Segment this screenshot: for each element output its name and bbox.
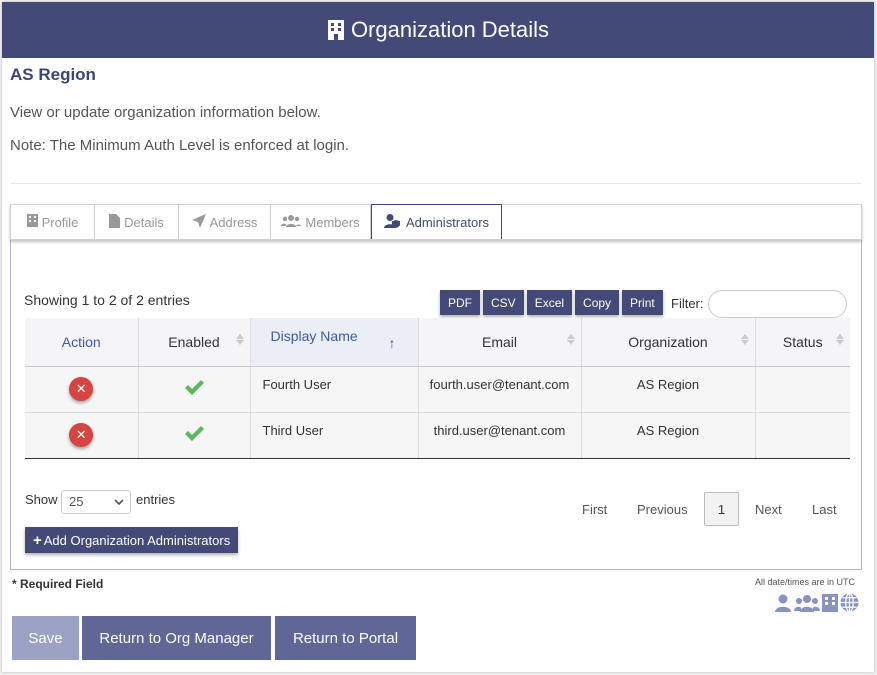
tab-members[interactable]: Members xyxy=(271,205,371,239)
export-buttons: PDF CSV Excel Copy Print xyxy=(440,290,663,315)
administrators-table: Action Enabled Display Name ↑ Email Organ… xyxy=(25,318,850,459)
legend-icons xyxy=(774,592,859,617)
sort-icon xyxy=(235,334,244,345)
return-to-org-manager-button[interactable]: Return to Org Manager xyxy=(82,616,271,660)
pdf-button[interactable]: PDF xyxy=(440,290,480,315)
copy-button[interactable]: Copy xyxy=(575,290,620,315)
table-info: Showing 1 to 2 of 2 entries xyxy=(24,292,190,308)
remove-admin-button[interactable]: ✕ xyxy=(69,423,94,447)
tab-label: Members xyxy=(305,214,360,230)
plus-icon: + xyxy=(33,531,42,549)
column-header-status[interactable]: Status xyxy=(755,318,850,367)
tab-label: Profile xyxy=(41,214,79,230)
tab-label: Address xyxy=(209,214,258,230)
org-name: AS Region xyxy=(10,65,96,84)
add-administrators-label: Add Organization Administrators xyxy=(43,532,231,548)
chevron-down-icon xyxy=(114,494,124,516)
entries-label: entries xyxy=(136,492,176,507)
building-icon xyxy=(327,19,345,41)
intro-text: View or update organization information … xyxy=(10,104,321,121)
pagination-current-page[interactable]: 1 xyxy=(704,492,739,526)
status-cell xyxy=(755,366,850,413)
divider xyxy=(10,183,862,184)
location-arrow-icon xyxy=(191,213,206,231)
table-header-row: Action Enabled Display Name ↑ Email Organ… xyxy=(25,318,850,367)
pagination-first[interactable]: First xyxy=(582,502,607,517)
column-header-enabled[interactable]: Enabled xyxy=(138,318,251,367)
checkmark-icon xyxy=(184,425,204,442)
tab-bar: Profile Details Address Members Administ… xyxy=(10,204,862,240)
required-field-note: * Required Field xyxy=(12,577,104,591)
return-to-portal-button[interactable]: Return to Portal xyxy=(275,616,416,660)
utc-note: All date/times are in UTC xyxy=(754,577,855,587)
checkmark-icon xyxy=(184,379,204,396)
enabled-cell xyxy=(138,412,251,459)
column-header-action: Action xyxy=(25,318,139,367)
users-icon xyxy=(281,214,302,230)
organization-cell: AS Region xyxy=(581,366,756,413)
sort-icon xyxy=(740,334,749,345)
page-title: Organization Details xyxy=(350,17,550,42)
save-button[interactable]: Save xyxy=(12,616,79,660)
action-cell: ✕ xyxy=(25,412,139,459)
file-icon xyxy=(109,213,121,231)
tab-address[interactable]: Address xyxy=(179,205,271,239)
sort-ascending-icon: ↑ xyxy=(388,335,396,351)
action-cell: ✕ xyxy=(25,366,139,413)
sort-icon xyxy=(566,334,575,345)
tab-details[interactable]: Details xyxy=(95,205,179,239)
page-length-select[interactable]: 25 xyxy=(61,490,131,514)
organization-cell: AS Region xyxy=(581,412,756,459)
tab-profile[interactable]: Profile xyxy=(11,205,95,239)
email-cell: third.user@tenant.com xyxy=(418,412,582,459)
sort-icon xyxy=(836,334,844,345)
display-name-cell: Third User xyxy=(250,412,419,459)
filter-label: Filter: xyxy=(671,296,704,311)
building-icon xyxy=(26,214,38,230)
pagination-next[interactable]: Next xyxy=(755,502,782,517)
pagination-previous[interactable]: Previous xyxy=(637,502,688,517)
user-shield-icon xyxy=(383,213,402,231)
tab-label: Details xyxy=(124,214,164,230)
user-icon xyxy=(774,594,792,617)
table-row: ✕ Third User third.user@tenant.com AS Re… xyxy=(25,412,850,459)
remove-admin-button[interactable]: ✕ xyxy=(69,377,94,401)
pagination-last[interactable]: Last xyxy=(812,502,837,517)
display-name-cell: Fourth User xyxy=(250,366,419,413)
enabled-cell xyxy=(138,366,251,413)
column-header-organization[interactable]: Organization xyxy=(581,318,756,367)
show-label: Show xyxy=(25,492,58,507)
excel-button[interactable]: Excel xyxy=(526,290,573,315)
tab-label: Administrators xyxy=(405,214,490,230)
building-icon xyxy=(822,593,838,617)
column-header-email[interactable]: Email xyxy=(418,318,582,367)
page-length-value: 25 xyxy=(69,494,84,509)
column-header-display-name[interactable]: Display Name ↑ xyxy=(250,318,419,367)
print-button[interactable]: Print xyxy=(622,290,663,315)
status-cell xyxy=(755,412,850,459)
page-header: Organization Details xyxy=(2,2,874,58)
csv-button[interactable]: CSV xyxy=(483,290,524,315)
filter-input[interactable] xyxy=(708,290,847,318)
tab-administrators[interactable]: Administrators xyxy=(371,204,502,239)
email-cell: fourth.user@tenant.com xyxy=(418,366,582,413)
users-icon xyxy=(794,594,820,617)
add-administrators-button[interactable]: + Add Organization Administrators xyxy=(25,527,239,553)
table-row: ✕ Fourth User fourth.user@tenant.com AS … xyxy=(25,366,850,413)
globe-icon xyxy=(840,592,859,617)
note-text: Note: The Minimum Auth Level is enforced… xyxy=(10,137,350,154)
